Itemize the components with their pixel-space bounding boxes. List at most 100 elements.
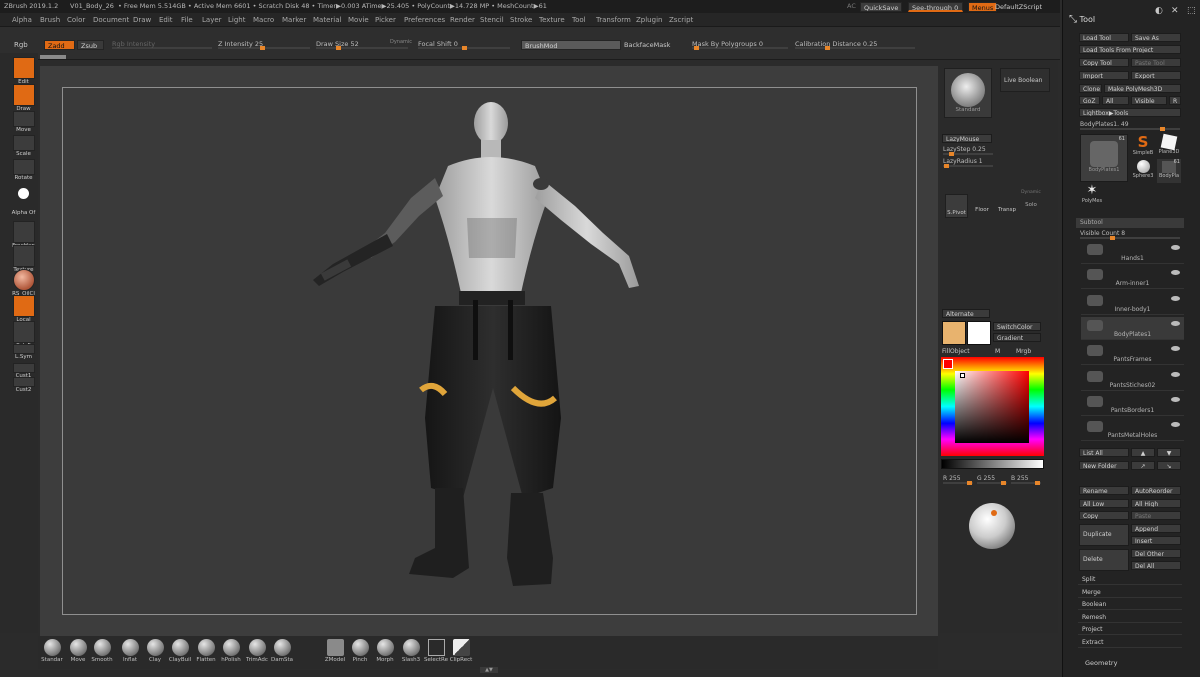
- arrow-upright-icon[interactable]: ↗: [1131, 461, 1155, 470]
- eye-icon[interactable]: [1171, 245, 1180, 250]
- all-low-button[interactable]: All Low: [1079, 499, 1129, 508]
- brush-pinch[interactable]: Pinch: [346, 639, 374, 663]
- palette-popout-icon[interactable]: ⬚: [1187, 6, 1196, 16]
- arrow-downright-icon[interactable]: ↘: [1157, 461, 1181, 470]
- zsub-toggle[interactable]: Zsub: [77, 40, 104, 50]
- move-down-icon[interactable]: ▼: [1157, 448, 1181, 457]
- subtool-item[interactable]: BodyPlates1: [1081, 316, 1184, 340]
- brush-trimadc[interactable]: TrimAdc: [243, 639, 271, 663]
- tool-rotate[interactable]: Rotate: [11, 159, 36, 181]
- menu-texture[interactable]: Texture: [539, 16, 565, 24]
- brush-clay[interactable]: Clay: [141, 639, 169, 663]
- goz-button[interactable]: GoZ: [1079, 96, 1100, 105]
- export-button[interactable]: Export: [1131, 71, 1181, 80]
- mrgb-toggle[interactable]: Mrgb: [1016, 348, 1031, 355]
- tool-thumb-sphere3d[interactable]: Sphere3: [1131, 159, 1155, 183]
- menu-layer[interactable]: Layer: [202, 16, 222, 24]
- backface-mask-toggle[interactable]: BackfaceMask: [624, 41, 670, 49]
- brush-hpolish[interactable]: hPolish: [217, 639, 245, 663]
- menu-tool[interactable]: Tool: [572, 16, 586, 24]
- m-toggle[interactable]: M: [995, 348, 1000, 355]
- switchcolor-button[interactable]: SwitchColor: [993, 322, 1041, 331]
- visible-count-slider[interactable]: Visible Count 8: [1080, 230, 1180, 240]
- brush-standar[interactable]: Standar: [38, 639, 66, 663]
- tool-rs-oilcl[interactable]: RS_OilCl: [11, 269, 36, 297]
- paste-button[interactable]: Paste: [1131, 511, 1181, 520]
- menu-brush[interactable]: Brush: [40, 16, 60, 24]
- focal-shift-slider[interactable]: Focal Shift 0: [418, 40, 510, 50]
- menu-stencil[interactable]: Stencil: [480, 16, 504, 24]
- tool-thumb-bodyplates-small[interactable]: BodyPla 61: [1157, 159, 1181, 183]
- transp-button[interactable]: Transp: [996, 194, 1018, 218]
- blue-slider[interactable]: B 255: [1011, 475, 1041, 485]
- brush-zmodel[interactable]: ZModel: [321, 639, 349, 663]
- delete-button[interactable]: Delete: [1079, 549, 1129, 571]
- grayscale-strip[interactable]: [941, 459, 1044, 469]
- z-intensity-slider[interactable]: Z Intensity 25: [218, 40, 310, 50]
- rename-button[interactable]: Rename: [1079, 486, 1129, 495]
- del-other-button[interactable]: Del Other: [1131, 549, 1181, 558]
- rgb-intensity-slider[interactable]: Rgb Intensity: [112, 40, 212, 49]
- dynamic-toggle[interactable]: Dynamic: [390, 39, 412, 45]
- subtool-item[interactable]: PantsStiches02: [1081, 368, 1184, 391]
- menu-draw[interactable]: Draw: [133, 16, 151, 24]
- make-polymesh3d-button[interactable]: Make PolyMesh3D: [1104, 84, 1181, 93]
- menu-render[interactable]: Render: [450, 16, 475, 24]
- eye-icon[interactable]: [1171, 295, 1180, 301]
- menu-file[interactable]: File: [181, 16, 193, 24]
- menu-stroke[interactable]: Stroke: [510, 16, 532, 24]
- live-boolean-button[interactable]: Live Boolean: [1000, 68, 1050, 92]
- menu-color[interactable]: Color: [67, 16, 85, 24]
- menu-edit[interactable]: Edit: [159, 16, 173, 24]
- brush-flatten[interactable]: Flatten: [192, 639, 220, 663]
- copy-tool-button[interactable]: Copy Tool: [1079, 58, 1129, 67]
- section-merge[interactable]: Merge: [1078, 587, 1182, 598]
- see-through-slider[interactable]: See-through 0: [908, 2, 963, 12]
- subtool-item[interactable]: PantsFrames: [1081, 342, 1184, 366]
- lightbox-tools-button[interactable]: Lightbox▶Tools: [1079, 108, 1181, 117]
- color-cursor[interactable]: [960, 373, 965, 378]
- subtool-header[interactable]: Subtool: [1076, 218, 1184, 228]
- menu-document[interactable]: Document: [93, 16, 129, 24]
- append-button[interactable]: Append: [1131, 524, 1181, 533]
- list-all-button[interactable]: List All: [1079, 448, 1129, 457]
- section-project[interactable]: Project: [1078, 624, 1182, 636]
- lazystep-slider[interactable]: LazyStep 0.25: [943, 146, 993, 156]
- light-position-dot[interactable]: [991, 510, 997, 516]
- tool-edit[interactable]: Edit: [11, 57, 36, 85]
- tool-alpha-of[interactable]: Alpha Of: [11, 183, 36, 216]
- r-button[interactable]: R: [1169, 96, 1181, 105]
- section-remesh[interactable]: Remesh: [1078, 612, 1182, 623]
- alternate-toggle[interactable]: Alternate: [942, 309, 990, 318]
- menu-zscript[interactable]: Zscript: [669, 16, 693, 24]
- geometry-section[interactable]: Geometry: [1085, 659, 1117, 667]
- menu-macro[interactable]: Macro: [253, 16, 274, 24]
- current-tool-slider[interactable]: BodyPlates1. 49: [1080, 121, 1180, 131]
- menu-alpha[interactable]: Alpha: [12, 16, 32, 24]
- brush-morph[interactable]: Morph: [371, 639, 399, 663]
- section-split[interactable]: Split: [1078, 574, 1182, 585]
- insert-button[interactable]: Insert: [1131, 536, 1181, 545]
- tool-cust2[interactable]: Cust2: [11, 377, 36, 393]
- import-button[interactable]: Import: [1079, 71, 1129, 80]
- eye-icon[interactable]: [1171, 396, 1180, 402]
- brush-selectre[interactable]: SelectRe: [422, 639, 450, 663]
- section-extract[interactable]: Extract: [1078, 637, 1182, 648]
- del-all-button[interactable]: Del All: [1131, 561, 1181, 570]
- new-folder-button[interactable]: New Folder: [1079, 461, 1129, 470]
- load-tools-from-project-button[interactable]: Load Tools From Project: [1079, 45, 1181, 54]
- zadd-toggle[interactable]: Zadd: [44, 40, 75, 50]
- tool-draw[interactable]: Draw: [11, 84, 36, 112]
- quicksave-button[interactable]: QuickSave: [860, 2, 903, 12]
- autoreorder-button[interactable]: AutoReorder: [1131, 486, 1181, 495]
- subtool-item[interactable]: Hands1: [1081, 241, 1184, 264]
- menu-transform[interactable]: Transform: [596, 16, 631, 24]
- eye-icon[interactable]: [1171, 346, 1180, 352]
- lazyradius-slider[interactable]: LazyRadius 1: [943, 158, 993, 168]
- subtool-item[interactable]: Arm-inner1: [1081, 266, 1184, 290]
- clone-button[interactable]: Clone: [1079, 84, 1102, 93]
- brush-damsta[interactable]: DamSta: [268, 639, 296, 663]
- lazymouse-toggle[interactable]: LazyMouse: [942, 134, 992, 143]
- brush-claybuil[interactable]: ClayBuil: [166, 639, 194, 663]
- secondary-color-swatch[interactable]: [967, 321, 991, 345]
